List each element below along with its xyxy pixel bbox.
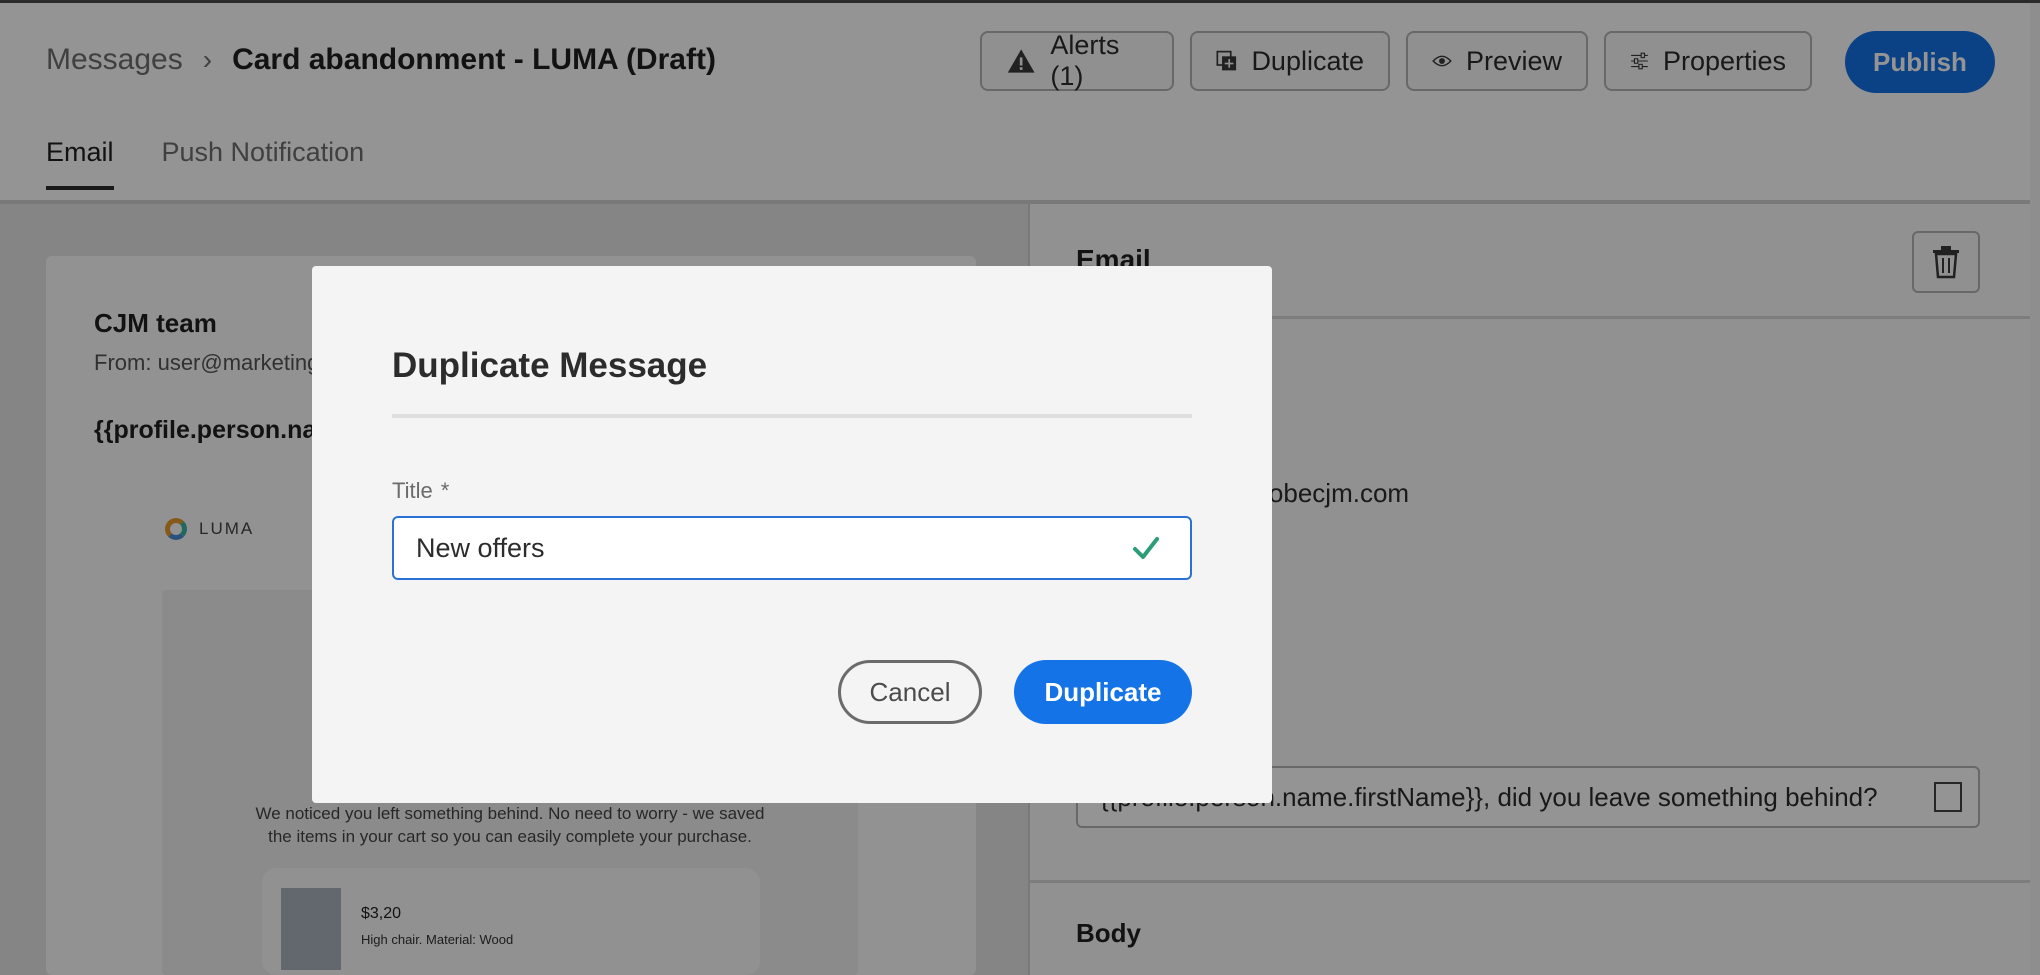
dialog-title: Duplicate Message <box>392 346 708 385</box>
title-field-label: Title * <box>392 478 449 504</box>
title-input[interactable] <box>416 518 1096 578</box>
valid-checkmark-icon <box>1133 537 1159 559</box>
cancel-button[interactable]: Cancel <box>838 660 982 724</box>
duplicate-confirm-button[interactable]: Duplicate <box>1014 660 1192 724</box>
duplicate-message-dialog: Duplicate Message Title * Cancel Duplicat… <box>312 266 1272 803</box>
required-asterisk: * <box>440 478 450 503</box>
title-label-text: Title <box>392 478 433 503</box>
dialog-divider <box>392 414 1192 418</box>
title-input-wrapper <box>392 516 1192 580</box>
